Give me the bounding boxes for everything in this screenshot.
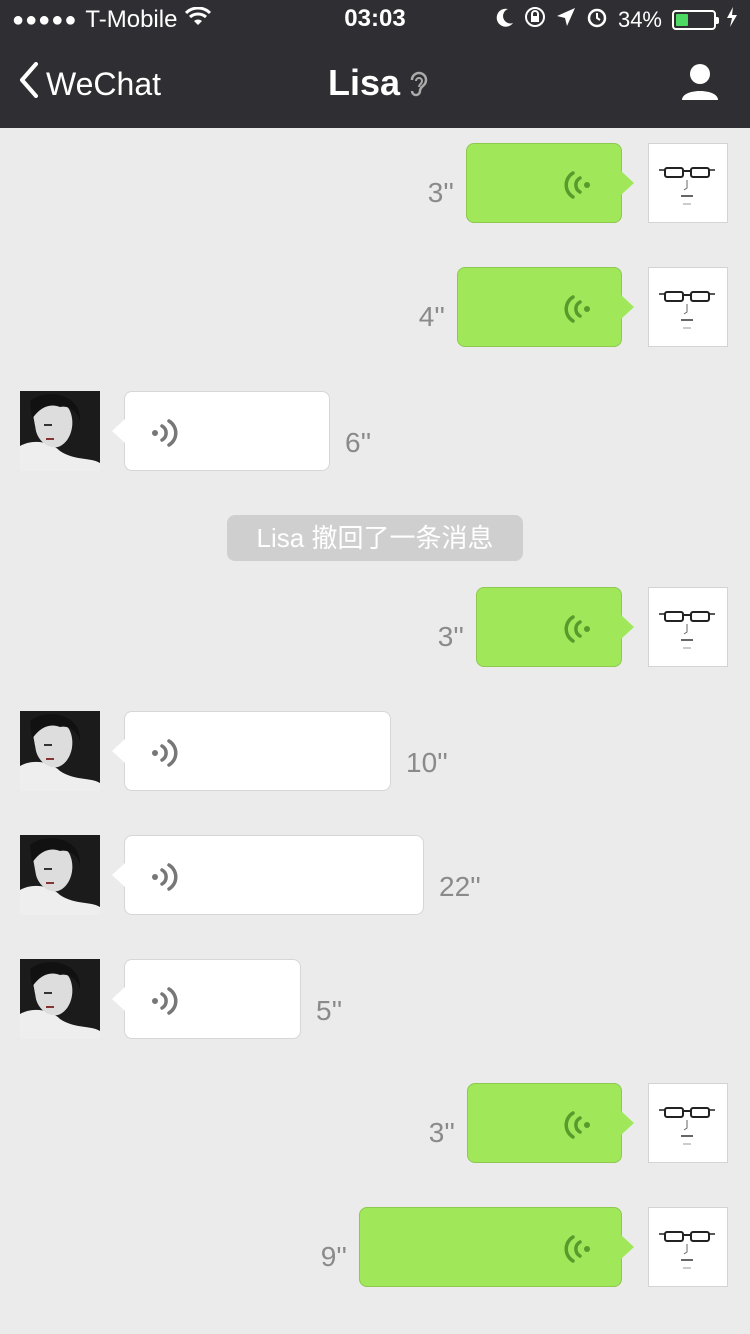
outgoing-voice-message: 3''	[0, 587, 750, 671]
voice-bubble[interactable]	[112, 835, 424, 915]
contact-avatar[interactable]	[20, 959, 100, 1039]
battery-icon	[672, 10, 719, 30]
incoming-voice-message: 5''	[0, 959, 750, 1043]
voice-duration: 3''	[437, 621, 464, 652]
header: ●●●●● T-Mobile 03:03 34% WeChat Lisa	[0, 0, 750, 128]
charging-icon	[726, 7, 738, 33]
outgoing-voice-message: 3''	[0, 1083, 750, 1167]
voice-duration: 3''	[428, 1117, 455, 1148]
voice-bubble[interactable]	[466, 143, 634, 223]
my-avatar[interactable]	[648, 587, 728, 667]
voice-bubble[interactable]	[467, 1083, 634, 1163]
voice-duration: 22''	[439, 871, 481, 902]
voice-duration: 5''	[316, 995, 343, 1026]
rotation-lock-icon	[524, 6, 546, 34]
status-bar-right: 34%	[496, 6, 738, 34]
incoming-voice-message: 10''	[0, 711, 750, 795]
chat-title: Lisa	[0, 62, 750, 104]
incoming-voice-message: 22''	[0, 835, 750, 919]
my-avatar[interactable]	[648, 1083, 728, 1163]
voice-wave-icon	[563, 168, 593, 207]
voice-wave-icon	[149, 416, 179, 455]
status-bar: ●●●●● T-Mobile 03:03 34%	[0, 0, 750, 40]
voice-bubble[interactable]	[112, 959, 301, 1039]
location-icon	[556, 7, 576, 33]
voice-wave-icon	[563, 292, 593, 331]
voice-wave-icon	[149, 736, 179, 775]
alarm-icon	[586, 6, 608, 34]
contact-profile-button[interactable]	[680, 62, 720, 107]
chat-title-text: Lisa	[327, 62, 401, 103]
system-message-recalled: Lisa 撤回了一条消息	[227, 515, 523, 561]
voice-wave-icon	[563, 612, 593, 651]
contact-avatar[interactable]	[20, 835, 100, 915]
moon-icon	[496, 7, 514, 33]
outgoing-voice-message: 3''	[0, 143, 750, 227]
voice-duration: 10''	[406, 747, 448, 778]
incoming-voice-message: 6''	[0, 391, 750, 475]
voice-duration: 6''	[345, 427, 372, 458]
my-avatar[interactable]	[648, 143, 728, 223]
person-icon	[680, 64, 720, 106]
battery-percent: 34%	[617, 7, 662, 32]
voice-duration: 3''	[427, 177, 454, 208]
my-avatar[interactable]	[648, 267, 728, 347]
voice-bubble[interactable]	[457, 267, 634, 347]
voice-duration: 9''	[320, 1241, 347, 1272]
outgoing-voice-message: 9''	[0, 1207, 750, 1291]
voice-bubble[interactable]	[359, 1207, 634, 1287]
voice-bubble[interactable]	[112, 391, 330, 471]
my-avatar[interactable]	[648, 1207, 728, 1287]
voice-wave-icon	[563, 1232, 593, 1271]
voice-duration: 4''	[418, 301, 445, 332]
voice-bubble[interactable]	[476, 587, 634, 667]
voice-wave-icon	[563, 1108, 593, 1147]
contact-avatar[interactable]	[20, 391, 100, 471]
outgoing-voice-message: 4''	[0, 267, 750, 351]
earpiece-mode-icon	[408, 66, 430, 107]
contact-avatar[interactable]	[20, 711, 100, 791]
voice-wave-icon	[149, 860, 179, 899]
nav-bar: WeChat Lisa	[0, 40, 750, 128]
voice-bubble[interactable]	[112, 711, 391, 791]
voice-wave-icon	[149, 984, 179, 1023]
battery-fill	[676, 14, 688, 26]
